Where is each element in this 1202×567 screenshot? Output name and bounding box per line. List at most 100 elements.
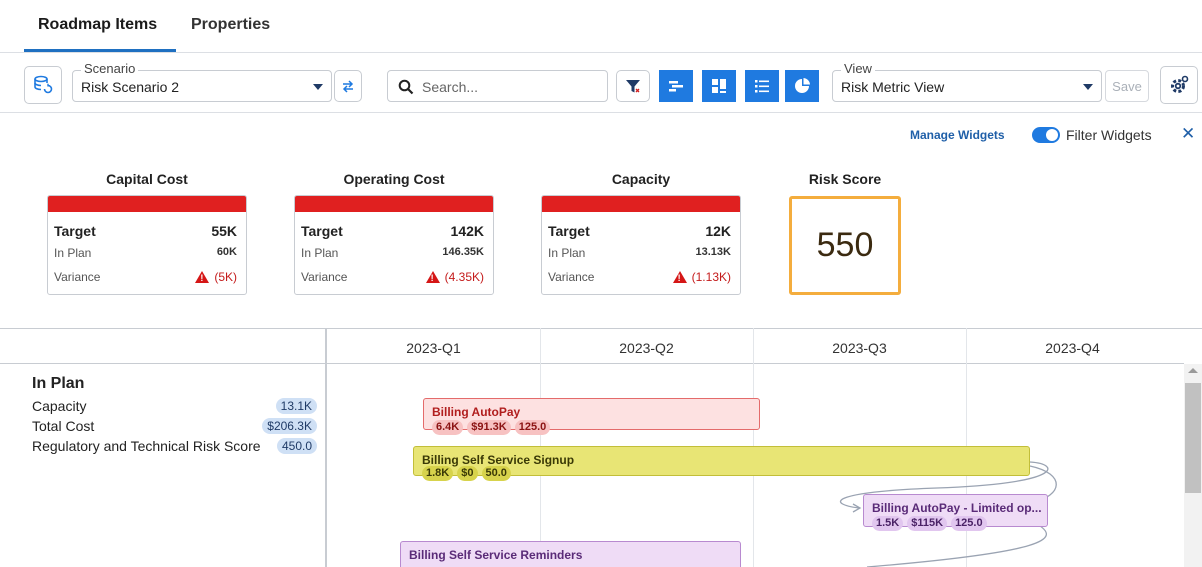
gear-icon bbox=[1171, 75, 1189, 93]
tab-roadmap-items[interactable]: Roadmap Items bbox=[38, 16, 157, 34]
inplan-label: In Plan bbox=[301, 246, 339, 260]
in-plan-metric-total-cost: Total Cost $206.3K bbox=[32, 418, 317, 434]
metric-value: 450.0 bbox=[276, 438, 317, 454]
metric-label: Regulatory and Technical Risk Score bbox=[32, 438, 261, 454]
scenario-select[interactable]: Scenario Risk Scenario 2 bbox=[72, 61, 332, 102]
item-chip-capacity: 1.5K bbox=[872, 516, 904, 531]
compare-scenario-button[interactable] bbox=[334, 70, 362, 102]
widget-card-capital-cost[interactable]: Target 55K In Plan 60K Variance (5K) bbox=[47, 195, 247, 295]
close-icon[interactable]: ✕ bbox=[1181, 124, 1195, 144]
widget-card-operating-cost[interactable]: Target 142K In Plan 146.35K Variance (4.35K… bbox=[294, 195, 494, 295]
database-refresh-icon bbox=[34, 75, 53, 94]
gantt-icon bbox=[669, 81, 683, 92]
metric-value: $206.3K bbox=[262, 418, 317, 434]
metric-value: 13.1K bbox=[275, 398, 317, 414]
board-icon bbox=[712, 79, 726, 93]
view-select[interactable]: View Risk Metric View bbox=[832, 61, 1102, 102]
scrollbar-thumb[interactable] bbox=[1185, 383, 1201, 493]
variance-value: (4.35K) bbox=[444, 270, 484, 284]
inplan-value: 13.13K bbox=[695, 246, 731, 258]
filter-widgets-toggle[interactable] bbox=[1032, 127, 1060, 143]
status-bar bbox=[295, 196, 493, 212]
metric-label: Total Cost bbox=[32, 418, 95, 434]
roadmap-item-billing-self-service-reminders[interactable]: Billing Self Service Reminders bbox=[400, 541, 741, 567]
view-legend: View bbox=[841, 61, 875, 76]
roadmap-item-billing-autopay[interactable]: Billing AutoPay 6.4K $91.3K 125.0 bbox=[423, 398, 760, 435]
filter-button[interactable] bbox=[616, 70, 650, 102]
toggle-knob bbox=[1046, 129, 1058, 141]
target-value: 12K bbox=[705, 223, 731, 239]
filter-icon bbox=[626, 80, 640, 93]
target-value: 55K bbox=[211, 223, 237, 239]
roadmap-item-billing-autopay-limited[interactable]: Billing AutoPay - Limited op... 1.5K $11… bbox=[863, 494, 1048, 531]
item-chip-cost: $115K bbox=[907, 516, 948, 531]
scenario-legend: Scenario bbox=[81, 61, 139, 76]
item-chip-risk: 125.0 bbox=[514, 420, 551, 435]
board-view-button[interactable] bbox=[702, 70, 736, 102]
inplan-value: 60K bbox=[216, 246, 237, 258]
roadmap-item-billing-self-service-signup[interactable]: Billing Self Service Signup 1.8K $0 50.0 bbox=[413, 446, 1030, 481]
item-name: Billing AutoPay bbox=[432, 405, 521, 419]
tab-properties[interactable]: Properties bbox=[191, 16, 270, 34]
quarter-label-q1: 2023-Q1 bbox=[406, 340, 461, 356]
widget-card-capacity[interactable]: Target 12K In Plan 13.13K Variance (1.13K) bbox=[541, 195, 741, 295]
timeline-top-border bbox=[0, 328, 1202, 329]
scenario-value: Risk Scenario 2 bbox=[81, 79, 180, 95]
metric-label: Capacity bbox=[32, 398, 87, 414]
settings-button[interactable] bbox=[1160, 66, 1198, 104]
swap-arrows-icon bbox=[342, 80, 354, 93]
item-name: Billing Self Service Signup bbox=[422, 453, 575, 467]
scroll-up-icon[interactable] bbox=[1188, 368, 1198, 373]
active-tab-indicator bbox=[24, 49, 176, 52]
item-chip-cost: $0 bbox=[457, 466, 478, 481]
quarter-label-q3: 2023-Q3 bbox=[832, 340, 887, 356]
item-chip-capacity: 6.4K bbox=[432, 420, 464, 435]
search-icon bbox=[398, 79, 414, 95]
chart-view-button[interactable] bbox=[785, 70, 819, 102]
target-value: 142K bbox=[450, 223, 484, 239]
risk-score-card[interactable]: 550 bbox=[789, 196, 901, 295]
warning-icon bbox=[425, 271, 440, 283]
variance-label: Variance bbox=[54, 270, 101, 284]
search-placeholder: Search... bbox=[422, 79, 479, 95]
widget-title-operating-cost: Operating Cost bbox=[343, 171, 445, 187]
inplan-label: In Plan bbox=[54, 246, 92, 260]
item-chip-risk: 125.0 bbox=[951, 516, 987, 531]
in-plan-metric-risk-score: Regulatory and Technical Risk Score 450.… bbox=[32, 438, 317, 454]
item-name: Billing AutoPay - Limited op... bbox=[872, 501, 1042, 515]
chevron-down-icon bbox=[313, 84, 323, 90]
item-chip-cost: $91.3K bbox=[467, 420, 511, 435]
status-bar bbox=[542, 196, 740, 212]
risk-score-value: 550 bbox=[816, 226, 874, 264]
warning-icon bbox=[672, 271, 687, 283]
inplan-value: 146.35K bbox=[442, 246, 484, 258]
view-value: Risk Metric View bbox=[841, 79, 945, 95]
inplan-label: In Plan bbox=[548, 246, 586, 260]
search-input[interactable]: Search... bbox=[387, 70, 608, 102]
widget-title-capacity: Capacity bbox=[611, 171, 671, 187]
quarter-label-q2: 2023-Q2 bbox=[619, 340, 674, 356]
in-plan-title: In Plan bbox=[32, 375, 85, 392]
item-chip-capacity: 1.8K bbox=[422, 466, 454, 481]
target-label: Target bbox=[301, 223, 343, 239]
item-name: Billing Self Service Reminders bbox=[409, 548, 583, 562]
list-view-button[interactable] bbox=[745, 70, 779, 102]
chevron-down-icon bbox=[1083, 84, 1093, 90]
warning-icon bbox=[195, 271, 210, 283]
quarter-label-q4: 2023-Q4 bbox=[1045, 340, 1100, 356]
manage-widgets-link[interactable]: Manage Widgets bbox=[910, 128, 1005, 142]
variance-value: (1.13K) bbox=[691, 270, 731, 284]
in-plan-metric-capacity: Capacity 13.1K bbox=[32, 398, 317, 414]
variance-value: (5K) bbox=[214, 270, 237, 284]
tab-bar: Roadmap Items Properties bbox=[0, 0, 1202, 53]
scenario-database-button[interactable] bbox=[24, 66, 62, 104]
gantt-view-button[interactable] bbox=[659, 70, 693, 102]
widget-title-capital-cost: Capital Cost bbox=[106, 171, 188, 187]
save-button[interactable]: Save bbox=[1105, 70, 1149, 102]
variance-label: Variance bbox=[301, 270, 348, 284]
filter-widgets-label: Filter Widgets bbox=[1066, 127, 1152, 143]
variance-label: Variance bbox=[548, 270, 595, 284]
widget-title-risk-score: Risk Score bbox=[808, 171, 882, 187]
pie-chart-icon bbox=[795, 78, 810, 93]
toolbar: Scenario Risk Scenario 2 Search... View … bbox=[0, 53, 1202, 113]
